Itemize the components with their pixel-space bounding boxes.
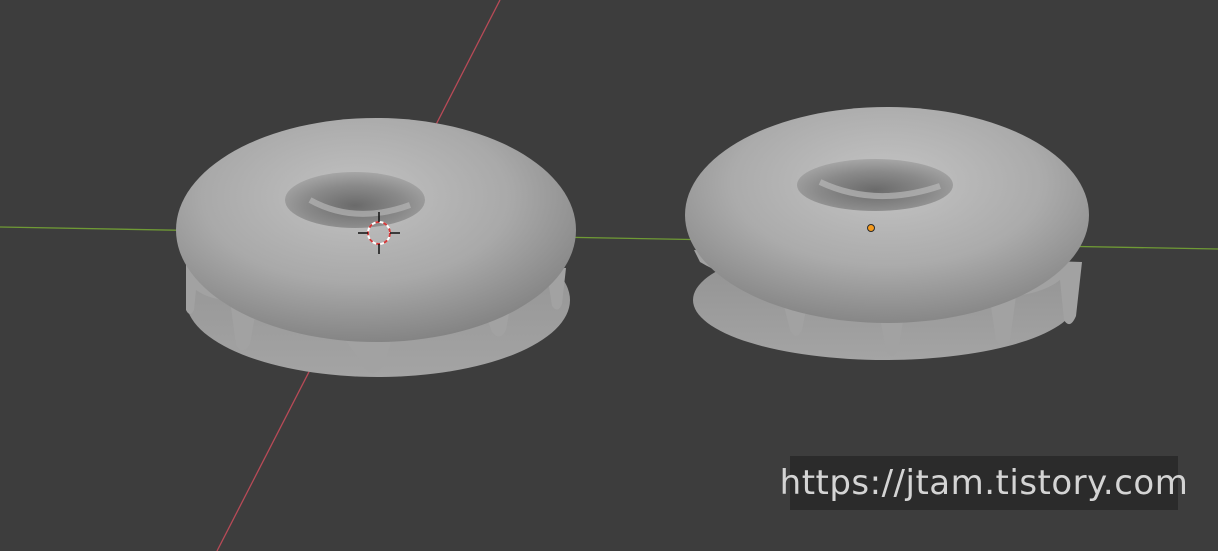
3d-viewport[interactable]: https://jtam.tistory.com bbox=[0, 0, 1218, 551]
donut-left[interactable] bbox=[176, 118, 576, 377]
donut-right[interactable] bbox=[685, 107, 1089, 360]
donut-left-hole bbox=[285, 172, 425, 228]
donut-left-icing bbox=[176, 118, 576, 342]
object-origin-icon[interactable] bbox=[867, 224, 875, 232]
watermark: https://jtam.tistory.com bbox=[780, 456, 1188, 510]
donut-right-icing bbox=[685, 107, 1089, 323]
watermark-text: https://jtam.tistory.com bbox=[779, 463, 1189, 503]
